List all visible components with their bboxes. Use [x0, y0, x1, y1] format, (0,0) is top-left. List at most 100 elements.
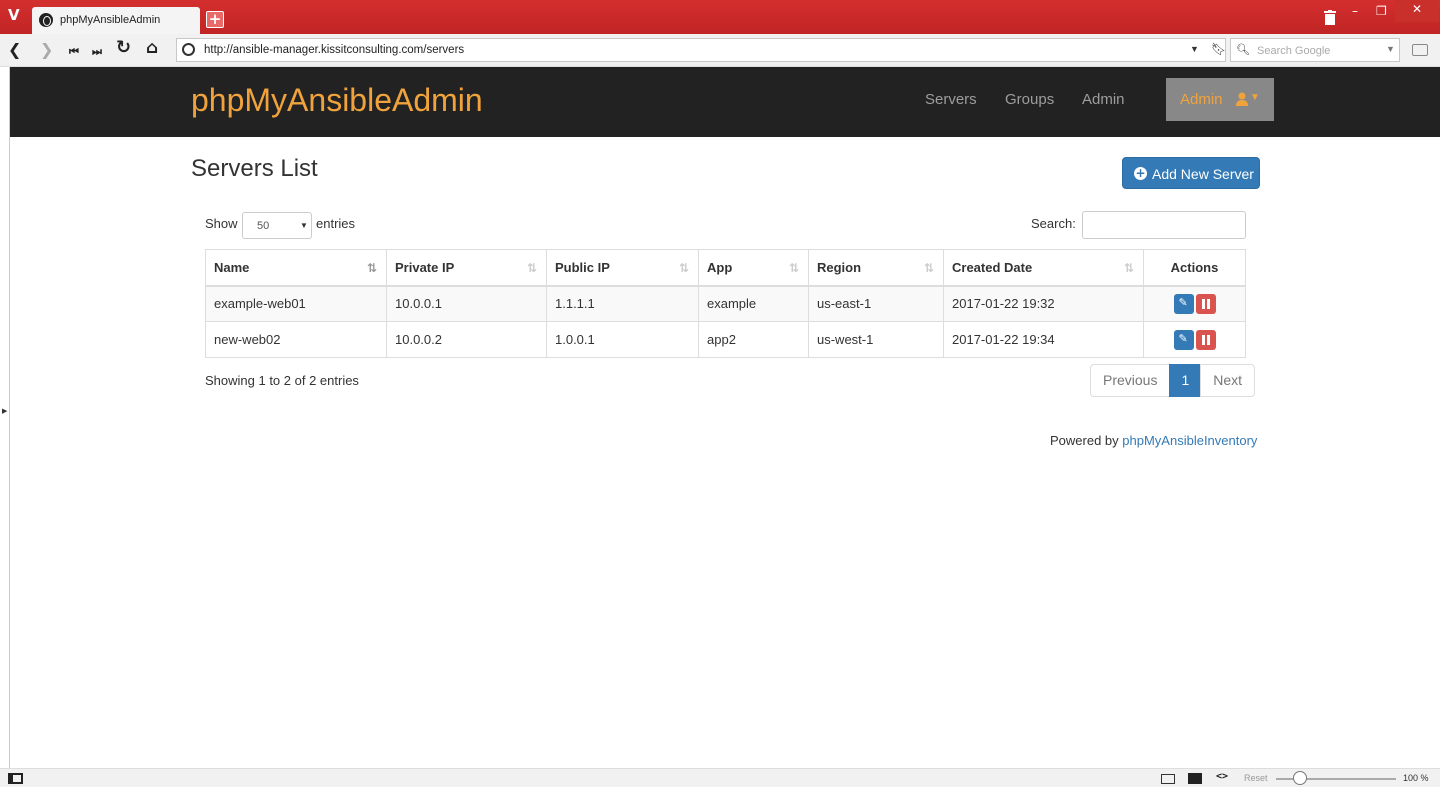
browser-titlebar: V phpMyAnsibleAdmin + – ❐ ✕ — [0, 0, 1440, 34]
close-window-button[interactable]: ✕ — [1395, 0, 1439, 22]
fast-forward-icon[interactable]: ⏭ — [92, 44, 102, 60]
cell-actions — [1143, 285, 1246, 322]
search-icon: 🔍︎ — [1236, 44, 1250, 56]
table-header-row: Name ⇅ Private IP ⇅ Public IP ⇅ App ⇅ Region… — [205, 249, 1246, 287]
back-icon[interactable]: ❮ — [8, 42, 21, 58]
column-header-app[interactable]: App ⇅ — [698, 249, 809, 287]
panel-toggle-icon[interactable] — [8, 773, 23, 784]
browser-tab[interactable]: phpMyAnsibleAdmin — [32, 7, 200, 34]
site-info-icon[interactable] — [182, 43, 195, 56]
panel-toggle-arrow-icon[interactable]: ▶ — [2, 407, 7, 415]
search-engine-dropdown-icon[interactable]: ▼ — [1386, 44, 1395, 54]
cell-private-ip: 10.0.0.2 — [386, 321, 547, 358]
add-new-server-label: Add New Server — [1152, 166, 1254, 182]
column-header-actions: Actions — [1143, 249, 1246, 287]
pagination-next[interactable]: Next — [1200, 364, 1256, 397]
show-label: Show — [205, 216, 238, 231]
cell-name: example-web01 — [205, 285, 387, 322]
minimize-button[interactable]: – — [1352, 4, 1358, 18]
pause-icon[interactable] — [1195, 329, 1216, 350]
cell-public-ip: 1.1.1.1 — [546, 285, 699, 322]
sort-icon: ⇅ — [923, 261, 934, 275]
cell-actions — [1143, 321, 1246, 358]
cell-created-date: 2017-01-22 19:32 — [943, 285, 1144, 322]
caret-down-icon: ▼ — [1250, 92, 1260, 103]
cell-private-ip: 10.0.0.1 — [386, 285, 547, 322]
sort-ascending-icon: ⇅ — [366, 261, 377, 275]
url-history-dropdown-icon[interactable]: ▼ — [1190, 44, 1199, 54]
cell-app: example — [698, 285, 809, 322]
brand-logo[interactable]: phpMyAnsibleAdmin — [191, 82, 483, 119]
tab-title: phpMyAnsibleAdmin — [60, 14, 161, 26]
globe-icon — [39, 13, 53, 27]
cell-public-ip: 1.0.0.1 — [546, 321, 699, 358]
column-label: Public IP — [555, 259, 610, 275]
zoom-level: 100 % — [1403, 773, 1429, 783]
column-label: Region — [817, 259, 862, 275]
pause-icon[interactable] — [1195, 293, 1216, 314]
cell-app: app2 — [698, 321, 809, 358]
column-header-private-ip[interactable]: Private IP ⇅ — [386, 249, 547, 287]
nav-groups[interactable]: Groups — [1005, 91, 1054, 108]
sort-icon: ⇅ — [678, 261, 689, 275]
select-arrow-icon: ▼ — [300, 221, 308, 230]
column-label: Created Date — [952, 259, 1033, 275]
sort-icon: ⇅ — [1123, 261, 1134, 275]
column-header-public-ip[interactable]: Public IP ⇅ — [546, 249, 699, 287]
column-header-region[interactable]: Region ⇅ — [808, 249, 944, 287]
rewind-icon[interactable]: ⏮ — [69, 44, 79, 60]
footer: Powered by phpMyAnsibleInventory — [1050, 433, 1257, 448]
column-label: Name — [214, 259, 250, 275]
edit-pencil-icon[interactable] — [1173, 293, 1194, 314]
table-search-input[interactable] — [1082, 211, 1246, 239]
browser-statusbar: <> Reset 100 % — [0, 768, 1440, 787]
add-new-server-button[interactable]: + Add New Server — [1122, 157, 1260, 189]
table-row: example-web01 10.0.0.1 1.1.1.1 example u… — [205, 285, 1246, 322]
address-toolbar: ❮ ❯ ⏮ ⏭ ↻ ⌂ http://ansible-manager.kissi… — [0, 34, 1440, 67]
page-actions-icon[interactable]: <> — [1216, 771, 1228, 782]
cell-name: new-web02 — [205, 321, 387, 358]
app-navbar: phpMyAnsibleAdmin Servers Groups Admin A… — [10, 67, 1440, 137]
entries-label: entries — [316, 216, 356, 231]
zoom-slider-handle[interactable] — [1293, 771, 1307, 785]
table-row: new-web02 10.0.0.2 1.0.0.1 app2 us-west-… — [205, 321, 1246, 358]
forward-icon[interactable]: ❯ — [40, 42, 53, 58]
restore-button[interactable]: ❐ — [1376, 4, 1387, 18]
sort-icon: ⇅ — [788, 261, 799, 275]
url-text[interactable]: http://ansible-manager.kissitconsulting.… — [204, 44, 464, 56]
column-header-name[interactable]: Name ⇅ — [205, 249, 387, 287]
cell-created-date: 2017-01-22 19:34 — [943, 321, 1144, 358]
page-length-select[interactable]: 50 ▼ — [242, 212, 312, 239]
trash-icon[interactable] — [1324, 10, 1336, 25]
url-field[interactable]: http://ansible-manager.kissitconsulting.… — [176, 38, 1226, 62]
user-menu-dropdown[interactable]: Admin ▼ — [1166, 78, 1274, 121]
sort-icon: ⇅ — [526, 261, 537, 275]
column-header-created-date[interactable]: Created Date ⇅ — [943, 249, 1144, 287]
pagination: Previous 1 Next — [1090, 364, 1256, 397]
pagination-page-1[interactable]: 1 — [1169, 364, 1202, 397]
cell-region: us-west-1 — [808, 321, 944, 358]
column-label: Private IP — [395, 259, 455, 275]
bookmark-icon[interactable]: 🔖︎ — [1211, 42, 1226, 56]
user-icon — [1236, 92, 1248, 106]
nav-admin[interactable]: Admin — [1082, 91, 1125, 108]
footer-link[interactable]: phpMyAnsibleInventory — [1122, 433, 1257, 448]
image-icon[interactable] — [1188, 773, 1202, 784]
pagination-previous[interactable]: Previous — [1090, 364, 1171, 397]
search-engine-field[interactable]: 🔍︎ Search Google ▼ — [1230, 38, 1400, 62]
reload-icon[interactable]: ↻ — [116, 39, 131, 57]
tiling-icon[interactable] — [1161, 774, 1175, 784]
column-label: App — [707, 259, 733, 275]
vivaldi-logo-icon[interactable]: V — [8, 6, 26, 24]
page-length-value: 50 — [257, 220, 270, 232]
zoom-reset-label[interactable]: Reset — [1244, 773, 1268, 783]
cast-icon[interactable] — [1412, 44, 1428, 56]
user-menu-label: Admin — [1180, 91, 1223, 108]
search-label: Search: — [1031, 216, 1076, 231]
edit-pencil-icon[interactable] — [1173, 329, 1194, 350]
new-tab-button[interactable]: + — [206, 11, 224, 28]
servers-table: Name ⇅ Private IP ⇅ Public IP ⇅ App ⇅ Region… — [205, 249, 1246, 358]
plus-circle-icon: + — [1134, 166, 1147, 180]
nav-servers[interactable]: Servers — [925, 91, 977, 108]
home-icon[interactable]: ⌂ — [146, 40, 158, 57]
